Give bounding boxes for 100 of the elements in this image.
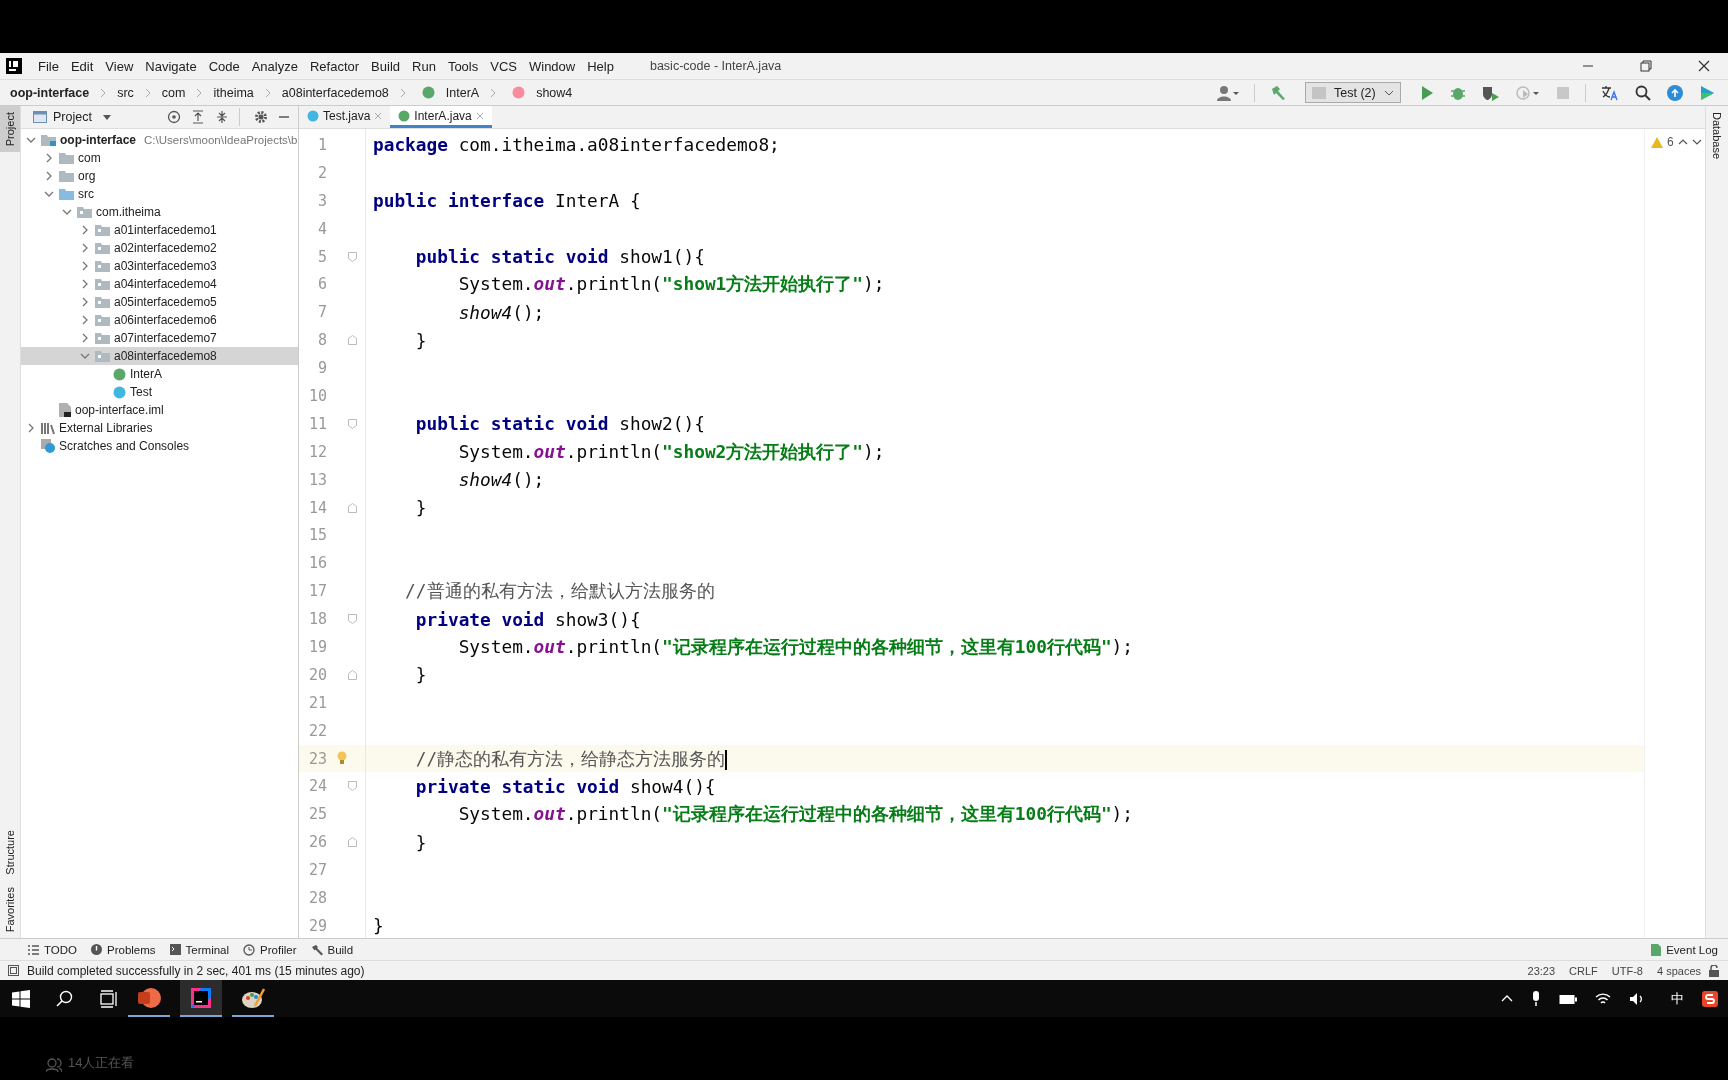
wifi-icon[interactable]	[1595, 991, 1611, 1006]
chevron-up-icon[interactable]	[1677, 138, 1688, 146]
file-encoding[interactable]: UTF-8	[1611, 964, 1643, 977]
search-icon[interactable]	[56, 989, 74, 1008]
tree-item[interactable]: com	[21, 149, 298, 167]
side-tab[interactable]: Structure	[0, 824, 20, 881]
menu-item[interactable]: Build	[365, 58, 406, 74]
side-tab[interactable]: Favorites	[0, 880, 20, 938]
side-tab[interactable]: Database	[1706, 106, 1728, 166]
tree-item[interactable]: a03interfacedemo3	[21, 257, 298, 275]
editor-tab[interactable]: Test.java	[299, 106, 391, 128]
breadcrumb-item[interactable]: itheima	[213, 85, 254, 100]
event-log-button[interactable]: Event Log	[1651, 943, 1718, 956]
settings-icon[interactable]	[254, 110, 268, 124]
tree-item[interactable]: a08interfacedemo8	[21, 347, 298, 365]
fold-marker-icon[interactable]	[348, 614, 357, 625]
tool-window-button[interactable]: Profiler	[243, 943, 297, 956]
fold-marker-icon[interactable]	[348, 781, 357, 792]
warning-count[interactable]: 6	[1667, 135, 1674, 149]
fold-marker-icon[interactable]	[348, 502, 357, 513]
tree-item[interactable]: src	[21, 185, 298, 203]
menu-item[interactable]: Tools	[441, 58, 485, 74]
tree-item[interactable]: InterA	[21, 365, 298, 383]
fold-marker-icon[interactable]	[348, 837, 357, 848]
tree-item[interactable]: a02interfacedemo2	[21, 239, 298, 257]
windows-start-icon[interactable]	[12, 989, 30, 1008]
menu-item[interactable]: VCS	[484, 58, 523, 74]
expand-all-icon[interactable]	[191, 110, 205, 124]
cursor-position[interactable]: 23:23	[1527, 964, 1556, 977]
plugin-logo-icon[interactable]	[1699, 84, 1715, 101]
tool-window-button[interactable]: TODO	[28, 943, 77, 956]
tree-item[interactable]: a06interfacedemo6	[21, 311, 298, 329]
input-method-indicator[interactable]: 中	[1671, 989, 1684, 1008]
tree-item[interactable]: a05interfacedemo5	[21, 293, 298, 311]
tree-item[interactable]: Scratches and Consoles	[21, 437, 298, 455]
chevron-up-icon[interactable]	[1501, 993, 1513, 1004]
fold-marker-icon[interactable]	[348, 669, 357, 680]
chevron-down-icon[interactable]	[1691, 138, 1702, 146]
speaker-icon[interactable]	[1629, 991, 1645, 1006]
chevron-right-icon[interactable]	[26, 423, 36, 433]
restore-icon[interactable]	[1640, 60, 1652, 72]
tool-window-button[interactable]: Terminal	[169, 943, 230, 956]
tree-item[interactable]: a07interfacedemo7	[21, 329, 298, 347]
task-view-icon[interactable]	[100, 989, 118, 1008]
menu-item[interactable]: Navigate	[139, 58, 203, 74]
tree-item[interactable]: com.itheima	[21, 203, 298, 221]
breadcrumb-item[interactable]: oop-interface	[10, 85, 90, 100]
indent-setting[interactable]: 4 spaces	[1656, 964, 1701, 977]
hammer-icon[interactable]	[1270, 84, 1286, 101]
menu-item[interactable]: Edit	[64, 58, 100, 74]
unlock-icon[interactable]	[1709, 964, 1720, 977]
tree-item[interactable]: oop-interface.iml	[21, 401, 298, 419]
tool-window-button[interactable]: Problems	[91, 943, 156, 956]
user-icon[interactable]	[1217, 84, 1239, 101]
shield-run-icon[interactable]	[1482, 84, 1500, 101]
menu-item[interactable]: Run	[406, 58, 442, 74]
menu-item[interactable]: Refactor	[303, 58, 366, 74]
tab-label[interactable]: Test.java	[323, 108, 371, 123]
fold-marker-icon[interactable]	[348, 335, 357, 346]
chevron-down-icon[interactable]	[26, 135, 36, 145]
tree-item[interactable]: External Libraries	[21, 419, 298, 437]
microphone-icon[interactable]	[1531, 990, 1541, 1007]
run-configuration-dropdown[interactable]: Test (2)	[1305, 82, 1401, 103]
run-icon[interactable]	[1420, 84, 1434, 101]
caret-icon[interactable]	[1383, 88, 1394, 97]
tree-item[interactable]: oop-interface C:\Users\moon\IdeaProjects\b	[21, 131, 298, 149]
battery-icon[interactable]	[1559, 992, 1577, 1005]
tree-item[interactable]: Test	[21, 383, 298, 401]
close-icon[interactable]	[1698, 60, 1710, 72]
lightbulb-icon[interactable]	[337, 750, 347, 765]
breadcrumb-item[interactable]: InterA	[445, 85, 480, 100]
breadcrumb-item[interactable]: a08interfacedemo8	[281, 85, 389, 100]
panel-toggle-icon[interactable]	[8, 965, 19, 976]
menu-item[interactable]: Analyze	[245, 58, 304, 74]
search-icon[interactable]	[1635, 84, 1651, 101]
fold-marker-icon[interactable]	[348, 418, 357, 429]
tool-window-button[interactable]: Build	[310, 943, 354, 956]
menu-item[interactable]: File	[32, 58, 65, 74]
menu-item[interactable]: View	[99, 58, 140, 74]
menu-item[interactable]: Help	[581, 58, 620, 74]
profile-icon[interactable]	[1516, 84, 1540, 101]
breadcrumb-item[interactable]: show4	[536, 85, 573, 100]
fold-marker-icon[interactable]	[348, 251, 357, 262]
translate-icon[interactable]	[1601, 84, 1619, 101]
update-icon[interactable]	[1667, 84, 1683, 101]
line-separator[interactable]: CRLF	[1569, 964, 1598, 977]
editor-tab[interactable]: InterA.java	[390, 106, 492, 128]
tree-item[interactable]: a01interfacedemo1	[21, 221, 298, 239]
breadcrumb-item[interactable]: src	[117, 85, 134, 100]
panel-title-dropdown[interactable]: Project	[53, 110, 92, 124]
app-tray-icon[interactable]	[1702, 990, 1718, 1007]
menu-item[interactable]: Code	[202, 58, 246, 74]
breadcrumb-item[interactable]: com	[161, 85, 186, 100]
collapse-all-icon[interactable]	[215, 110, 229, 124]
side-tab[interactable]: Project	[0, 106, 20, 153]
chevron-down-icon[interactable]	[80, 351, 90, 361]
caret-icon[interactable]	[101, 113, 112, 121]
tree-item[interactable]: org	[21, 167, 298, 185]
tab-label[interactable]: InterA.java	[414, 108, 472, 123]
taskbar-app[interactable]	[180, 980, 222, 1017]
